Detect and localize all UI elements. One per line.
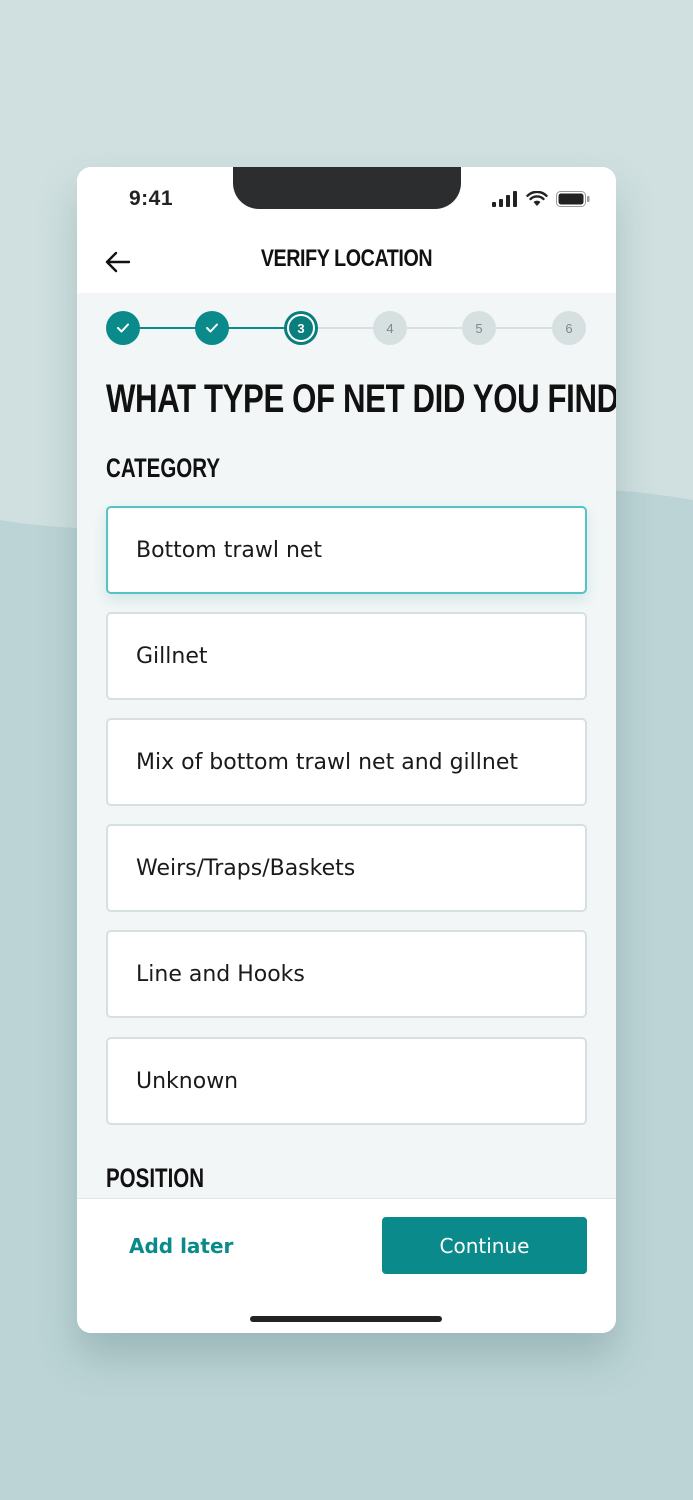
step-1 — [106, 311, 140, 345]
stepper-line-todo — [301, 327, 571, 329]
step-number: 5 — [475, 320, 483, 336]
option-bottom-trawl-net[interactable]: Bottom trawl net — [106, 506, 587, 594]
step-number: 3 — [297, 320, 305, 336]
status-icons — [492, 191, 590, 207]
question-heading: WHAT TYPE OF NET DID YOU FIND? — [106, 377, 616, 421]
wifi-icon — [526, 191, 548, 206]
position-label: POSITION — [106, 1163, 205, 1193]
step-6: 6 — [552, 311, 586, 345]
home-indicator — [250, 1316, 442, 1322]
continue-button[interactable]: Continue — [382, 1217, 587, 1274]
step-number: 4 — [386, 320, 394, 336]
option-mix-bottom-trawl-gillnet[interactable]: Mix of bottom trawl net and gillnet — [106, 718, 587, 806]
step-2 — [195, 311, 229, 345]
footer-bar: Add later Continue — [77, 1198, 616, 1333]
option-gillnet[interactable]: Gillnet — [106, 612, 587, 700]
step-3: 3 — [284, 311, 318, 345]
step-5: 5 — [462, 311, 496, 345]
progress-stepper: 3 4 5 6 — [106, 311, 587, 345]
step-4: 4 — [373, 311, 407, 345]
app-header: VERIFY LOCATION — [77, 231, 616, 293]
option-line-and-hooks[interactable]: Line and Hooks — [106, 930, 587, 1018]
checkmark-icon — [206, 323, 218, 333]
signal-icon — [492, 191, 517, 207]
phone-screen: 9:41 VERIFY LOCATION 3 4 5 6 WHAT TYPE O… — [77, 167, 616, 1333]
page-title: VERIFY LOCATION — [260, 245, 433, 272]
device-notch — [233, 167, 461, 209]
step-number: 6 — [565, 320, 573, 336]
option-unknown[interactable]: Unknown — [106, 1037, 587, 1125]
battery-icon — [556, 191, 590, 207]
status-bar: 9:41 — [77, 167, 616, 231]
checkmark-icon — [117, 323, 129, 333]
status-time: 9:41 — [129, 187, 174, 210]
add-later-button[interactable]: Add later — [129, 1229, 233, 1263]
option-weirs-traps-baskets[interactable]: Weirs/Traps/Baskets — [106, 824, 587, 912]
category-label: CATEGORY — [106, 453, 221, 483]
